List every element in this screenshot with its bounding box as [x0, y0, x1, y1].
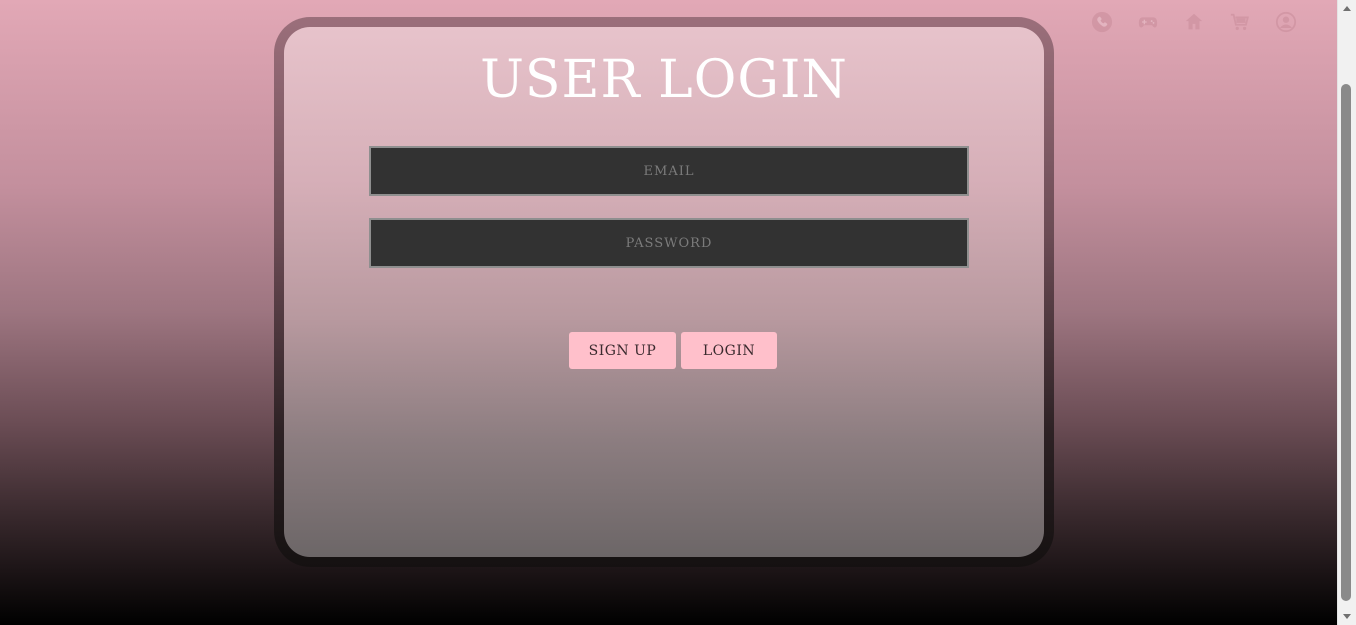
vertical-scrollbar[interactable] — [1337, 0, 1356, 625]
gamepad-icon — [1138, 17, 1158, 28]
scrollbar-thumb[interactable] — [1341, 84, 1351, 601]
login-button[interactable]: LOGIN — [681, 332, 777, 369]
scroll-down-arrow-icon[interactable] — [1343, 614, 1351, 619]
phone-icon — [1091, 11, 1113, 33]
top-nav — [1090, 10, 1320, 34]
user-circle-icon — [1275, 11, 1297, 33]
cart-icon — [1230, 13, 1249, 31]
nav-phone[interactable] — [1090, 10, 1114, 34]
nav-games[interactable] — [1136, 10, 1160, 34]
email-field[interactable] — [369, 146, 969, 196]
home-icon — [1185, 13, 1203, 30]
page-title: USER LOGIN — [480, 50, 848, 110]
nav-cart[interactable] — [1228, 10, 1252, 34]
sign-up-button[interactable]: SIGN UP — [569, 332, 676, 369]
nav-account[interactable] — [1274, 10, 1298, 34]
password-field[interactable] — [369, 218, 969, 268]
nav-home[interactable] — [1182, 10, 1206, 34]
scroll-up-arrow-icon[interactable] — [1343, 6, 1351, 11]
